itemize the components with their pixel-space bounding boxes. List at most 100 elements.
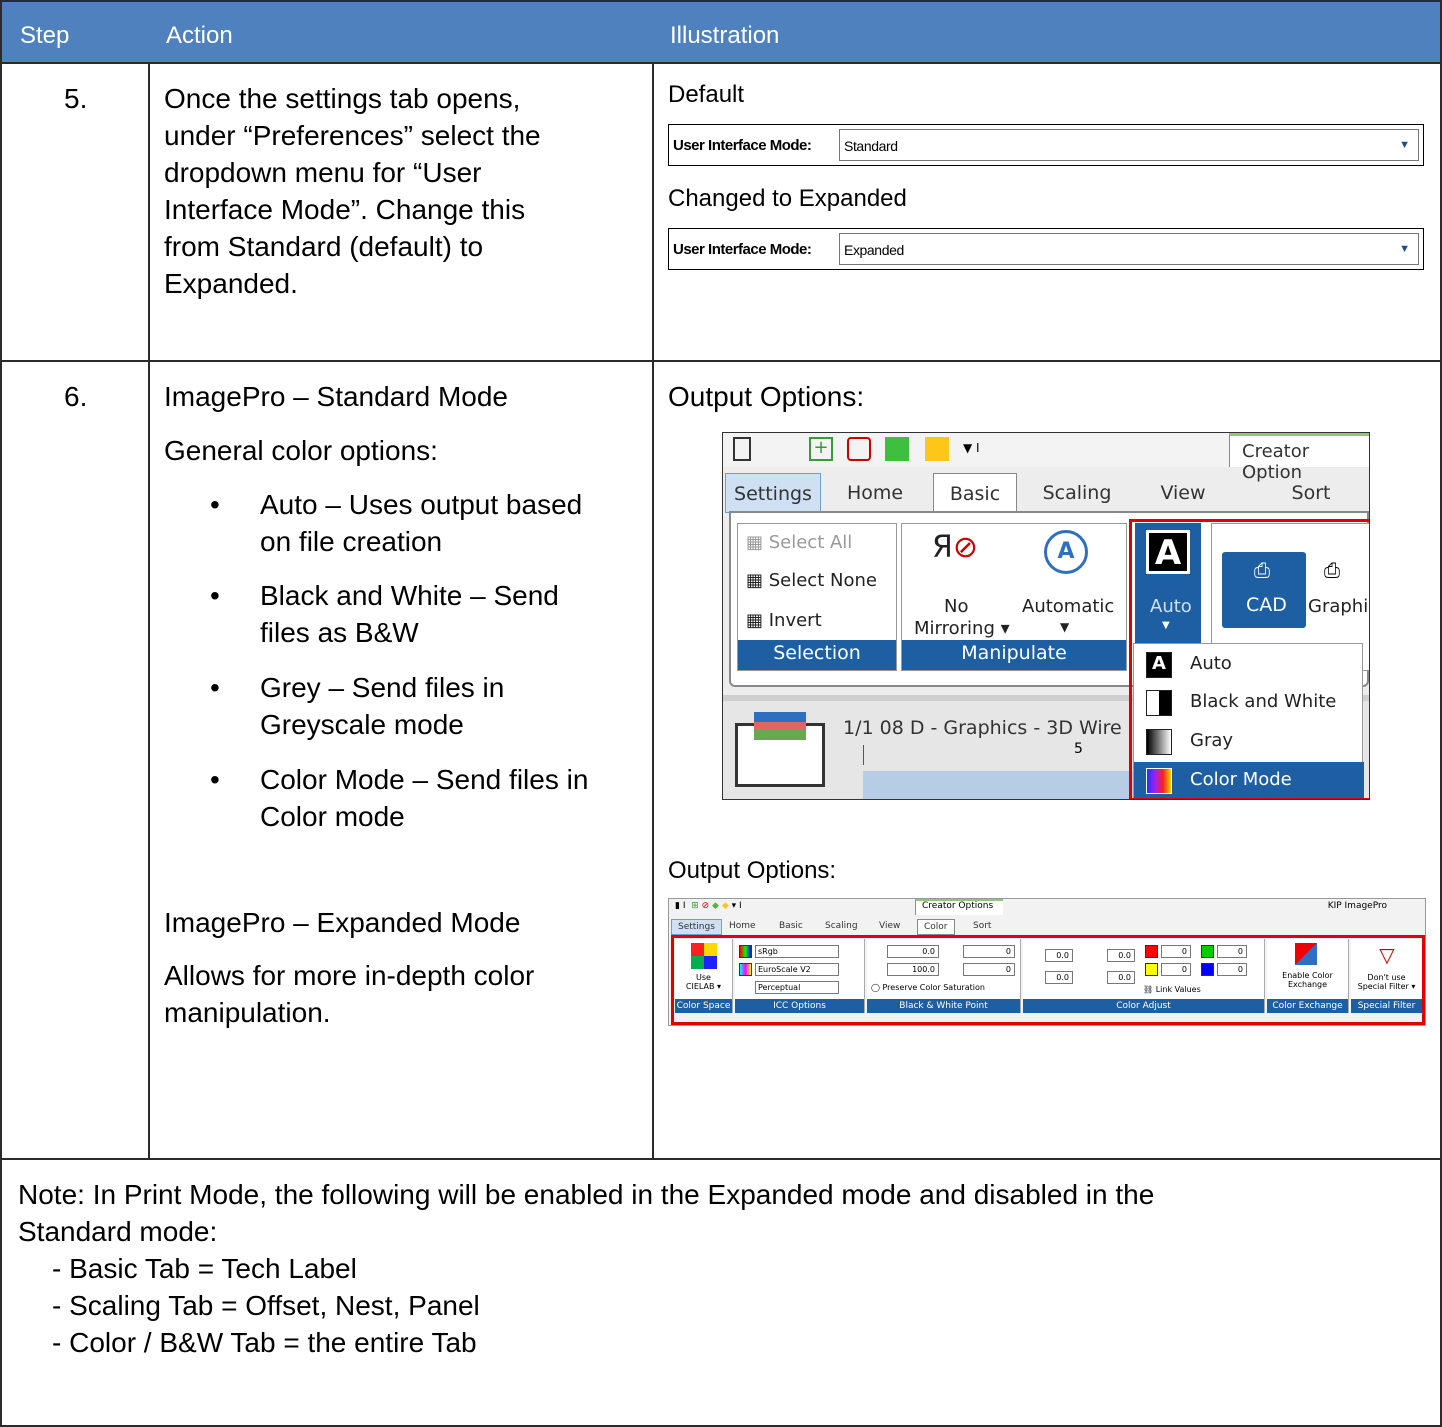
- changed-caption: Changed to Expanded: [668, 185, 907, 212]
- bullet-line: Grey – Send files in: [260, 672, 505, 703]
- description-line: manipulation.: [164, 997, 331, 1028]
- bullet-line: on file creation: [260, 526, 443, 557]
- note-line: Standard mode:: [18, 1216, 218, 1247]
- note: Note: In Print Mode, the following will …: [18, 1176, 1418, 1361]
- divider: [652, 64, 654, 1160]
- divider: [148, 64, 150, 1160]
- tab-scaling[interactable]: Scaling: [1029, 473, 1125, 513]
- expanded-description: Allows for more in-depth color manipulat…: [164, 957, 634, 1031]
- mirror-icon: Я⊘: [932, 530, 978, 565]
- step-number: 5.: [64, 83, 88, 114]
- invert-button[interactable]: ▦ Invert: [746, 610, 822, 631]
- expanded-mode-screenshot: ▮ I ⊞ ⊘ ◆ ◆ ▾ I Creator Options KIP Imag…: [668, 898, 1426, 1026]
- tab-sort[interactable]: Sort: [967, 919, 997, 933]
- header-action: Action: [166, 22, 233, 49]
- quick-access-toolbar: + ▼ I Creator Option: [723, 433, 1369, 483]
- automatic-label[interactable]: Automatic: [1022, 596, 1114, 617]
- ribbon-tabs: Settings Home Basic Scaling View Sort: [723, 473, 1369, 515]
- tab-basic[interactable]: Basic: [773, 919, 809, 933]
- no-mirroring-label-2[interactable]: Mirroring ▾: [914, 618, 1010, 639]
- ruler: 5: [863, 741, 1153, 765]
- bullet-line: Greyscale mode: [260, 709, 464, 740]
- table-header: Step Action Illustration: [2, 2, 1440, 64]
- action-line: from Standard (default) to: [164, 231, 484, 262]
- go-icon[interactable]: [885, 437, 909, 461]
- document-name: 1/1 08 D - Graphics - 3D Wire: [843, 717, 1122, 739]
- header-illustration: Illustration: [670, 22, 780, 49]
- app-title: KIP ImagePro: [1327, 901, 1387, 911]
- tab-view[interactable]: View: [873, 919, 906, 933]
- tab-scaling[interactable]: Scaling: [819, 919, 864, 933]
- select-none-button[interactable]: ▦ Select None: [746, 570, 877, 591]
- automatic-icon[interactable]: A: [1044, 530, 1088, 574]
- tab-settings[interactable]: Settings: [725, 473, 821, 513]
- selection-group: ▦ Select All ▦ Select None ▦ Invert Sele…: [737, 523, 897, 671]
- ui-mode-default-dropdown[interactable]: User Interface Mode: Standard ▼: [668, 124, 1424, 166]
- add-icon[interactable]: +: [809, 437, 833, 461]
- action-line: dropdown menu for “User: [164, 157, 482, 188]
- chevron-down-icon[interactable]: ▼: [1399, 139, 1410, 151]
- printer-icon: [735, 712, 825, 787]
- bullet-auto: Auto – Uses output based on file creatio…: [210, 486, 650, 560]
- tab-color[interactable]: Color: [917, 919, 955, 935]
- note-item: - Scaling Tab = Offset, Nest, Panel: [52, 1290, 480, 1321]
- select-all-label: Select All: [768, 532, 853, 553]
- preview-strip: [863, 771, 1173, 799]
- bullet-grey: Grey – Send files in Greyscale mode: [210, 669, 650, 743]
- bullet-line: Color Mode – Send files in: [260, 764, 589, 795]
- bullet-line: files as B&W: [260, 617, 419, 648]
- creator-options-tab[interactable]: Creator Option: [1229, 433, 1369, 483]
- output-options-caption: Output Options:: [668, 381, 865, 412]
- ui-mode-select[interactable]: Standard ▼: [839, 129, 1419, 161]
- cancel-icon[interactable]: [847, 437, 871, 461]
- ui-mode-value: Expanded: [844, 242, 904, 258]
- action-line: Once the settings tab opens,: [164, 83, 521, 114]
- select-none-label: Select None: [768, 570, 877, 591]
- description-line: Allows for more in-depth color: [164, 960, 535, 991]
- pause-icon[interactable]: [925, 437, 949, 461]
- selection-footer: Selection: [738, 640, 896, 670]
- step-5-action: Once the settings tab opens, under “Pref…: [164, 80, 634, 302]
- ui-mode-label: User Interface Mode:: [673, 241, 812, 258]
- bullet-line: Color mode: [260, 801, 405, 832]
- chevron-down-icon[interactable]: ▼: [1060, 620, 1069, 634]
- ui-mode-select[interactable]: Expanded ▼: [839, 233, 1419, 265]
- tab-basic[interactable]: Basic: [933, 473, 1017, 515]
- note-line: Note: In Print Mode, the following will …: [18, 1179, 1155, 1210]
- tab-sort[interactable]: Sort: [1263, 473, 1359, 513]
- step-number: 6.: [64, 381, 88, 412]
- general-options-label: General color options:: [164, 435, 438, 466]
- bullet-color-mode: Color Mode – Send files in Color mode: [210, 761, 650, 835]
- action-line: under “Preferences” select the: [164, 120, 541, 151]
- note-item: - Color / B&W Tab = the entire Tab: [52, 1327, 477, 1358]
- ruler-tick-label: 5: [1074, 741, 1083, 757]
- highlight-box: [671, 935, 1425, 1025]
- manipulate-footer: Manipulate: [902, 640, 1126, 670]
- tab-home[interactable]: Home: [827, 473, 923, 513]
- tab-settings[interactable]: Settings: [671, 919, 722, 935]
- default-caption: Default: [668, 81, 745, 108]
- customize-arrow-icon[interactable]: ▼ I: [963, 441, 980, 455]
- select-all-button[interactable]: ▦ Select All: [746, 532, 852, 553]
- bullet-black-white: Black and White – Send files as B&W: [210, 577, 650, 651]
- quick-access-toolbar: ▮ I ⊞ ⊘ ◆ ◆ ▾ I: [675, 901, 742, 911]
- ui-mode-value: Standard: [844, 138, 898, 154]
- ui-mode-expanded-dropdown[interactable]: User Interface Mode: Expanded ▼: [668, 228, 1424, 270]
- tab-view[interactable]: View: [1135, 473, 1231, 513]
- action-line: Interface Mode”. Change this: [164, 194, 526, 225]
- creator-options-tab[interactable]: Creator Options: [915, 899, 1003, 915]
- manipulate-group: Я⊘ No Mirroring ▾ A Automatic ▼ Manipula…: [901, 523, 1127, 671]
- no-mirroring-label-1[interactable]: No: [944, 596, 968, 617]
- divider: [2, 360, 1440, 362]
- invert-label: Invert: [768, 610, 822, 631]
- chevron-down-icon[interactable]: ▼: [1399, 243, 1410, 255]
- expanded-mode-title: ImagePro – Expanded Mode: [164, 907, 521, 938]
- note-item: - Basic Tab = Tech Label: [52, 1253, 357, 1284]
- standard-mode-screenshot: + ▼ I Creator Option Settings Home Basic…: [722, 432, 1370, 800]
- standard-mode-title: ImagePro – Standard Mode: [164, 381, 508, 412]
- header-step: Step: [20, 22, 70, 49]
- bullet-line: Black and White – Send: [260, 580, 559, 611]
- ui-mode-label: User Interface Mode:: [673, 137, 812, 154]
- app-icon[interactable]: [733, 437, 751, 461]
- tab-home[interactable]: Home: [723, 919, 762, 933]
